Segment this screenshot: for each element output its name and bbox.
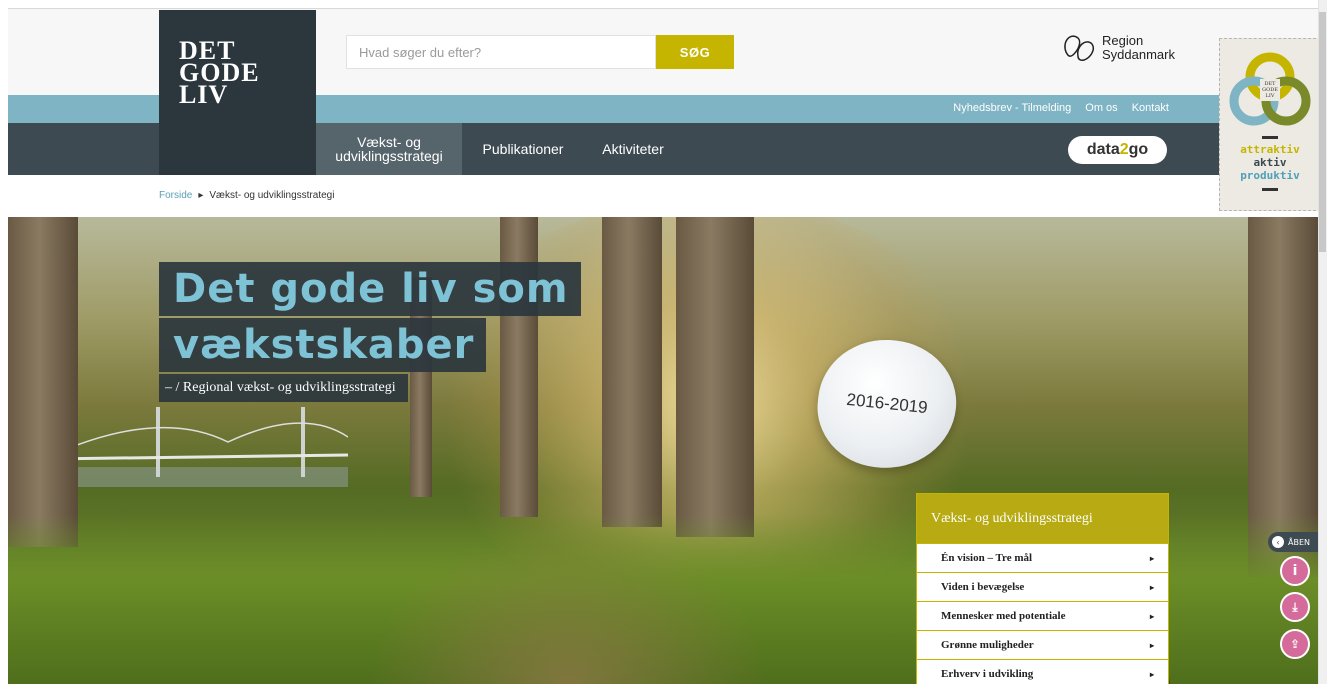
forest-path [368,524,768,684]
open-tools-label: ÅBEN [1288,537,1310,547]
divider [1262,136,1278,139]
strategy-item-label: Én vision – Tre mål [941,552,1033,564]
download-button[interactable]: ⤓ [1280,592,1310,622]
search-input[interactable] [346,35,656,69]
chevron-right-icon: ▸ [1149,669,1154,679]
tree-trunk [602,217,662,527]
hero-subtitle: – / Regional vækst- og udviklingsstrateg… [159,374,408,402]
info-icon: i [1292,563,1298,579]
strategy-item-knowledge[interactable]: Viden i bevægelse ▸ [917,572,1168,601]
side-word-attractive: attraktiv [1240,143,1300,156]
chevron-right-icon: ▸ [1149,611,1154,621]
utility-nav: Nyhedsbrev - Tilmelding Om os Kontakt [953,102,1169,114]
hero-title: Det gode liv som vækstskaber – / Regiona… [159,262,581,402]
chevron-right-icon: ▸ [1149,640,1154,650]
info-button[interactable]: i [1280,556,1310,586]
site-logo[interactable]: DET GODE LIV [159,10,316,175]
chevron-right-icon: ▸ [1149,553,1154,563]
hero-title-line2: vækstskaber [159,318,487,372]
nav-item-publications[interactable]: Publikationer [466,123,580,175]
strategy-item-label: Erhverv i udvikling [941,668,1034,680]
breadcrumb: Forside ▸ Vækst- og udviklingsstrategi [159,190,334,201]
nav-item-strategy-line2: udviklingsstrategi [335,148,443,164]
strategy-item-green[interactable]: Grønne muligheder ▸ [917,630,1168,659]
open-tools-tab[interactable]: ‹ ÅBEN [1268,532,1318,552]
strategy-item-people[interactable]: Mennesker med potentiale ▸ [917,601,1168,630]
region-logo-icon [1064,35,1095,61]
region-logo-line1: Region [1102,33,1144,48]
side-tag-words: attraktiv aktiv produktiv [1220,143,1320,182]
logo-line-liv: LIV [179,80,229,109]
strategy-panel-title[interactable]: Vækst- og udviklingsstrategi [917,494,1168,543]
svg-text:LIV: LIV [1266,93,1275,99]
chevron-left-icon: ‹ [1272,536,1284,548]
chevron-right-icon: ▸ [1149,582,1154,592]
strategy-item-label: Grønne muligheder [941,639,1034,651]
side-word-productive: produktiv [1240,169,1300,182]
divider [1262,188,1278,191]
utility-link-contact[interactable]: Kontakt [1132,102,1169,114]
bridge-graphic [48,407,348,487]
data2go-text-a: data [1086,141,1120,158]
tree-trunk [8,217,78,547]
region-syddanmark-logo[interactable]: Region Syddanmark [1060,28,1190,68]
data2go-text-two: 2 [1119,141,1129,158]
data2go-button[interactable]: data 2 go [1068,136,1167,164]
breadcrumb-home[interactable]: Forside [159,190,192,201]
share-icon: ⇪ [1289,637,1301,651]
tree-trunk [676,217,754,537]
nav-item-strategy[interactable]: Vækst- og udviklingsstrategi [316,123,462,175]
region-logo-line2: Syddanmark [1102,47,1175,62]
strategy-item-label: Viden i bevægelse [941,581,1025,593]
utility-link-about[interactable]: Om os [1085,102,1117,114]
strategy-item-business[interactable]: Erhverv i udvikling ▸ [917,659,1168,684]
nav-item-strategy-line1: Vækst- og [357,134,421,150]
page: SØG Region Syddanmark Nyhedsbrev - Tilme… [0,0,1327,684]
utility-link-newsletter[interactable]: Nyhedsbrev - Tilmelding [953,102,1071,114]
breadcrumb-current: Vækst- og udviklingsstrategi [209,190,335,201]
det-gode-liv-rings-icon: DET GODE LIV [1229,52,1311,126]
breadcrumb-separator-icon: ▸ [198,190,204,201]
side-campaign-tag[interactable]: DET GODE LIV attraktiv aktiv produktiv [1219,38,1321,211]
strategy-panel: Vækst- og udviklingsstrategi Én vision –… [916,493,1169,684]
nav-item-activities[interactable]: Aktiviteter [584,123,682,175]
period-badge-text: 2016-2019 [845,389,929,418]
side-word-active: aktiv [1253,156,1287,169]
strategy-item-label: Mennesker med potentiale [941,610,1066,622]
hero-title-line1: Det gode liv som [159,262,581,316]
strategy-item-vision[interactable]: Én vision – Tre mål ▸ [917,543,1168,572]
data2go-text-b: go [1128,141,1149,158]
download-icon: ⤓ [1292,599,1298,614]
scrollbar-thumb[interactable] [1319,12,1326,252]
search-button[interactable]: SØG [656,35,734,69]
share-button[interactable]: ⇪ [1280,629,1310,659]
